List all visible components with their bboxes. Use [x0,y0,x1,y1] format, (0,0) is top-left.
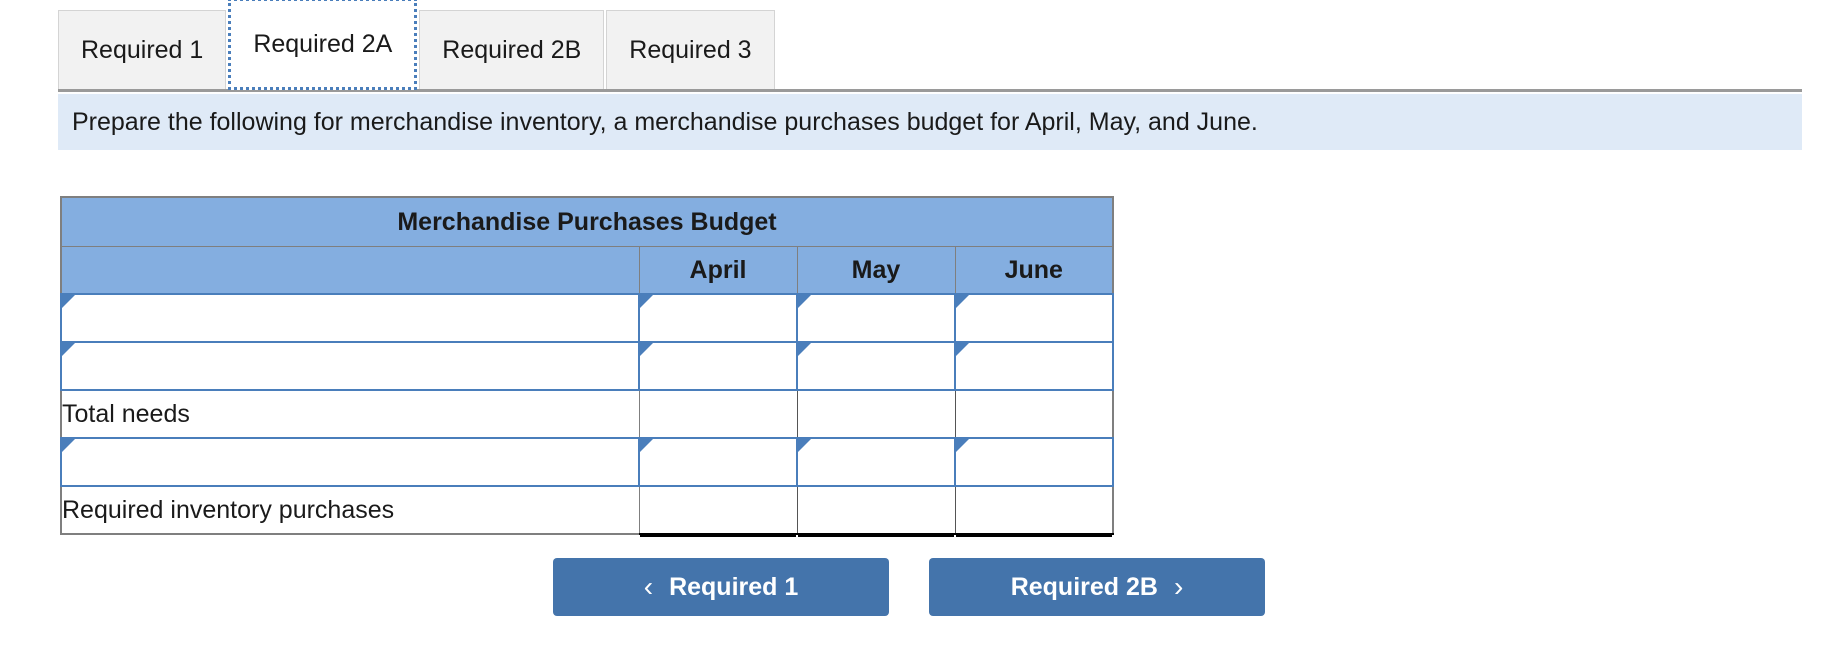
cell-june-row-2[interactable] [954,341,1114,391]
cell-april-row-1[interactable] [638,293,798,343]
dropdown-triangle-icon [640,295,653,308]
instruction-banner: Prepare the following for merchandise in… [58,94,1802,150]
table-header-row: April May June [60,246,1114,295]
dropdown-triangle-icon [956,295,969,308]
column-header-may: May [796,246,956,295]
cell-june-total-needs[interactable] [954,389,1114,439]
navigation-bar: ‹ Required 1 Required 2B › [0,558,1842,616]
table-title: Merchandise Purchases Budget [60,196,1114,247]
dropdown-triangle-icon [798,295,811,308]
tab-required-2b[interactable]: Required 2B [419,10,605,90]
row-label-dropdown-2[interactable] [60,341,640,391]
chevron-left-icon: ‹ [643,571,654,602]
cell-june-row-1[interactable] [954,293,1114,343]
cell-may-row-4[interactable] [796,437,956,487]
table-row: Required inventory purchases [60,485,1114,535]
cell-april-total-needs[interactable] [638,389,798,439]
cell-june-row-4[interactable] [954,437,1114,487]
table-row: Total needs [60,389,1114,439]
row-label-total-needs: Total needs [60,389,640,439]
row-label-dropdown-1[interactable] [60,293,640,343]
dropdown-triangle-icon [956,439,969,452]
table-row [60,341,1114,391]
table-row [60,293,1114,343]
column-header-april: April [638,246,798,295]
row-label-header [60,246,640,295]
tab-required-3[interactable]: Required 3 [606,10,775,90]
chevron-right-icon: › [1173,571,1184,602]
cell-may-total-needs[interactable] [796,389,956,439]
dropdown-triangle-icon [640,439,653,452]
tab-label: Required 3 [629,36,752,64]
cell-april-row-4[interactable] [638,437,798,487]
page-root: Required 1 Required 2A Required 2B Requi… [0,0,1842,668]
dropdown-triangle-icon [62,295,75,308]
column-header-june: June [954,246,1114,295]
tab-label: Required 2A [253,29,393,58]
dropdown-triangle-icon [62,439,75,452]
tab-required-1[interactable]: Required 1 [58,10,227,90]
next-required-2b-button[interactable]: Required 2B › [929,558,1265,616]
table-row [60,437,1114,487]
dropdown-triangle-icon [62,343,75,356]
merchandise-purchases-budget-table: Merchandise Purchases Budget April May J… [60,196,1114,535]
tab-required-2a[interactable]: Required 2A [228,0,418,90]
table-title-row: Merchandise Purchases Budget [60,196,1114,247]
prev-required-1-button[interactable]: ‹ Required 1 [553,558,889,616]
cell-april-required-inventory-purchases[interactable] [638,485,798,535]
tab-strip: Required 1 Required 2A Required 2B Requi… [0,0,1842,106]
tab-label: Required 1 [81,36,204,64]
dropdown-triangle-icon [956,343,969,356]
dropdown-triangle-icon [798,343,811,356]
dropdown-triangle-icon [798,439,811,452]
cell-may-row-1[interactable] [796,293,956,343]
tab-list: Required 1 Required 2A Required 2B Requi… [58,0,775,90]
cell-june-required-inventory-purchases[interactable] [954,485,1114,535]
cell-may-required-inventory-purchases[interactable] [796,485,956,535]
budget-table-container: Merchandise Purchases Budget April May J… [60,196,1114,535]
next-button-label: Required 2B [1010,572,1158,601]
cell-may-row-2[interactable] [796,341,956,391]
tab-label: Required 2B [442,36,582,64]
row-label-required-inventory-purchases: Required inventory purchases [60,485,640,535]
row-label-dropdown-3[interactable] [60,437,640,487]
prev-button-label: Required 1 [669,572,799,601]
cell-april-row-2[interactable] [638,341,798,391]
instruction-text: Prepare the following for merchandise in… [72,108,1258,136]
dropdown-triangle-icon [640,343,653,356]
